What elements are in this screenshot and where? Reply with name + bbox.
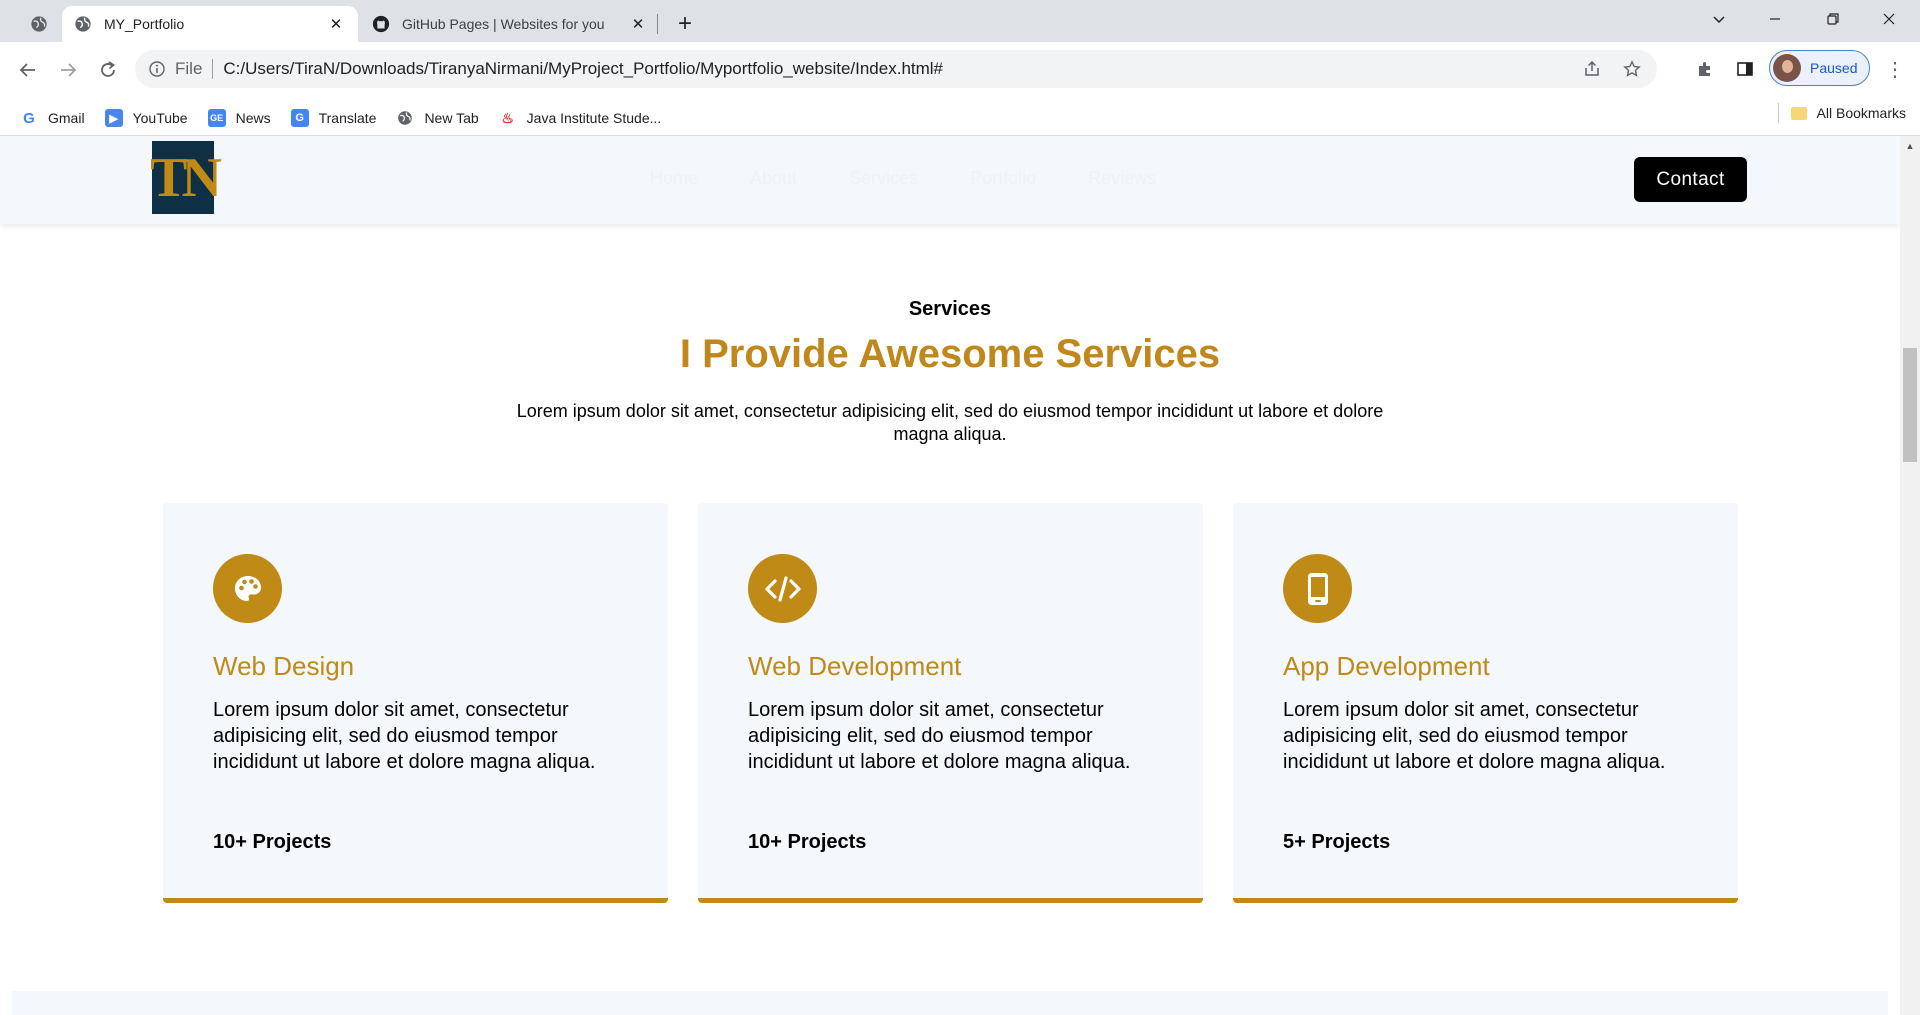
palette-icon bbox=[213, 554, 282, 623]
globe-icon bbox=[75, 16, 91, 32]
restore-button[interactable] bbox=[1810, 0, 1856, 38]
site-header: TN Home About Services Portfolio Reviews… bbox=[0, 136, 1900, 224]
card-text: Lorem ipsum dolor sit amet, consectetur … bbox=[1283, 699, 1666, 773]
card-projects: 10+ Projects bbox=[748, 831, 867, 853]
nav-about[interactable]: About bbox=[750, 168, 797, 189]
tab-github-pages[interactable]: GitHub Pages | Websites for you ✕ bbox=[360, 6, 660, 42]
bookmark-label: Gmail bbox=[48, 110, 85, 126]
services-subtitle: Services bbox=[908, 298, 992, 320]
tab-search-button[interactable] bbox=[14, 6, 64, 42]
nav-portfolio[interactable]: Portfolio bbox=[970, 168, 1036, 189]
scroll-thumb[interactable] bbox=[1903, 348, 1917, 462]
share-icon[interactable] bbox=[1577, 54, 1607, 84]
close-window-button[interactable] bbox=[1866, 0, 1912, 38]
tab-title: GitHub Pages | Websites for you bbox=[402, 16, 605, 32]
avatar bbox=[1773, 54, 1801, 82]
tab-my-portfolio[interactable]: MY_Portfolio ✕ bbox=[62, 6, 358, 42]
info-icon[interactable] bbox=[149, 61, 165, 77]
news-icon: GE bbox=[207, 109, 226, 127]
bookmark-gmail[interactable]: G Gmail bbox=[10, 103, 95, 133]
tab-list-chevron-icon[interactable] bbox=[1696, 0, 1742, 38]
more-menu-icon[interactable]: ⋮ bbox=[1880, 52, 1910, 86]
card-title: Web Design bbox=[213, 651, 355, 681]
service-card-web-development: Web Development Lorem ipsum dolor sit am… bbox=[698, 503, 1203, 903]
back-button[interactable] bbox=[10, 42, 46, 98]
service-card-web-design: Web Design Lorem ipsum dolor sit amet, c… bbox=[163, 503, 668, 903]
bookmark-label: Java Institute Stude... bbox=[526, 110, 662, 126]
card-projects: 10+ Projects bbox=[213, 831, 332, 853]
forward-button[interactable] bbox=[50, 42, 86, 98]
google-icon: G bbox=[23, 109, 35, 127]
all-bookmarks-button[interactable]: All Bookmarks bbox=[1777, 103, 1906, 123]
bookmark-star-icon[interactable] bbox=[1617, 54, 1647, 84]
side-panel-icon[interactable] bbox=[1728, 52, 1762, 86]
services-title: I Provide Awesome Services bbox=[679, 332, 1221, 376]
arrow-left-icon bbox=[19, 63, 35, 77]
close-icon[interactable]: ✕ bbox=[628, 14, 648, 34]
logo-monogram: TN bbox=[150, 146, 222, 209]
service-card-app-development: App Development Lorem ipsum dolor sit am… bbox=[1233, 503, 1738, 903]
tab-title: MY_Portfolio bbox=[104, 16, 185, 32]
code-icon bbox=[748, 554, 817, 623]
github-icon bbox=[372, 15, 390, 33]
profile-button[interactable]: Paused bbox=[1769, 50, 1870, 86]
bookmark-news[interactable]: GE News bbox=[198, 103, 281, 133]
browser-toolbar: File C:/Users/TiraN/Downloads/TiranyaNir… bbox=[0, 42, 1920, 138]
bookmarks-divider bbox=[1777, 103, 1779, 123]
all-bookmarks-label: All Bookmarks bbox=[1816, 105, 1906, 121]
url-text[interactable]: C:/Users/TiraN/Downloads/TiranyaNirmani/… bbox=[223, 59, 943, 79]
card-title: Web Development bbox=[748, 651, 962, 681]
bookmark-translate[interactable]: G Translate bbox=[281, 103, 387, 133]
reload-icon bbox=[101, 61, 115, 77]
profile-status: Paused bbox=[1810, 60, 1858, 76]
close-icon[interactable]: ✕ bbox=[326, 14, 346, 34]
nav-services[interactable]: Services bbox=[849, 168, 918, 189]
bookmark-label: News bbox=[235, 110, 271, 126]
tab-divider bbox=[657, 14, 658, 34]
bookmarks-bar: G Gmail ▶ YouTube GE News G Translate Ne… bbox=[0, 98, 1920, 138]
omnibox-divider bbox=[212, 59, 214, 79]
page-viewport: TN Home About Services Portfolio Reviews… bbox=[0, 136, 1900, 1015]
next-section bbox=[12, 991, 1888, 1015]
nav-home[interactable]: Home bbox=[650, 168, 698, 189]
bookmark-new-tab[interactable]: New Tab bbox=[386, 103, 488, 133]
services-description: Lorem ipsum dolor sit amet, consectetur … bbox=[516, 401, 1384, 444]
bookmark-youtube[interactable]: ▶ YouTube bbox=[95, 103, 198, 133]
reload-button[interactable] bbox=[90, 42, 126, 98]
page-scrollbar[interactable]: ▲ bbox=[1900, 136, 1920, 1015]
folder-icon bbox=[1790, 106, 1807, 120]
scroll-up-arrow-icon[interactable]: ▲ bbox=[1900, 136, 1920, 156]
address-bar[interactable]: File C:/Users/TiraN/Downloads/TiranyaNir… bbox=[135, 50, 1657, 88]
card-title: App Development bbox=[1283, 651, 1490, 681]
minimize-button[interactable] bbox=[1752, 0, 1798, 38]
card-projects: 5+ Projects bbox=[1283, 831, 1391, 853]
site-logo[interactable]: TN bbox=[150, 141, 222, 214]
scheme-label: File bbox=[175, 59, 203, 78]
card-text: Lorem ipsum dolor sit amet, consectetur … bbox=[748, 699, 1131, 773]
arrow-right-icon bbox=[61, 63, 77, 77]
site-nav: Home About Services Portfolio Reviews bbox=[650, 168, 1156, 189]
bookmark-label: Translate bbox=[318, 110, 377, 126]
mobile-icon bbox=[1283, 554, 1352, 623]
card-text: Lorem ipsum dolor sit amet, consectetur … bbox=[213, 699, 596, 773]
translate-icon: G bbox=[290, 109, 309, 127]
globe-icon bbox=[396, 109, 414, 127]
bookmark-label: New Tab bbox=[424, 110, 479, 126]
nav-reviews[interactable]: Reviews bbox=[1088, 168, 1156, 189]
new-tab-button[interactable]: + bbox=[670, 9, 700, 39]
globe-icon bbox=[31, 16, 47, 32]
bookmark-java-institute[interactable]: ♨ Java Institute Stude... bbox=[489, 103, 672, 133]
contact-button[interactable]: Contact bbox=[1634, 157, 1747, 202]
java-icon: ♨ bbox=[501, 109, 514, 126]
bookmark-label: YouTube bbox=[132, 110, 188, 126]
extensions-icon[interactable] bbox=[1688, 52, 1722, 86]
youtube-icon: ▶ bbox=[104, 109, 123, 127]
tab-strip: MY_Portfolio ✕ GitHub Pages | Websites f… bbox=[0, 0, 1920, 42]
